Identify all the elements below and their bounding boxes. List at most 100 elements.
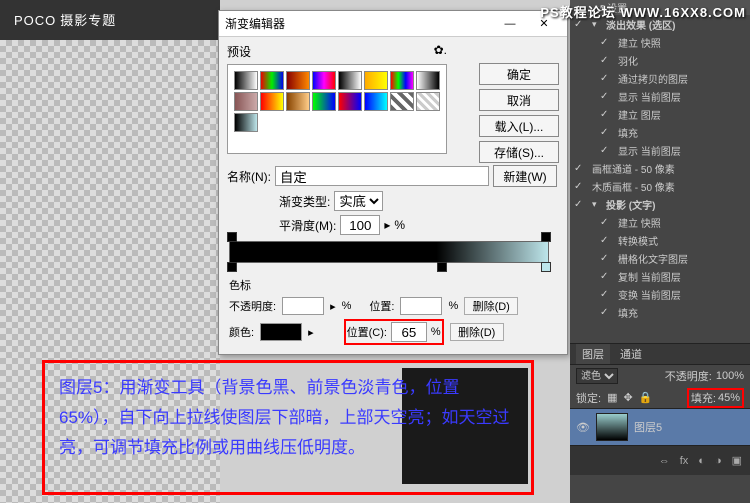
history-item[interactable]: ✓通过拷贝的图层 [570,69,750,87]
eye-icon[interactable]: ✓ [574,163,586,174]
location2-input[interactable] [391,322,427,342]
preset-swatch[interactable] [260,71,284,90]
preset-swatches[interactable] [227,64,447,154]
history-item[interactable]: ✓栅格化文字图层 [570,249,750,267]
history-item[interactable]: ✓建立 图层 [570,105,750,123]
eye-icon[interactable]: ✓ [600,235,612,246]
eye-icon[interactable]: ✓ [600,127,612,138]
preset-swatch[interactable] [390,92,414,111]
layers-panel-tabs: 图层 通道 [570,343,750,365]
fill-value[interactable]: 45% [718,392,740,404]
opacity-value[interactable]: 100% [716,370,744,382]
eye-icon[interactable]: ✓ [600,289,612,300]
color-stop-left[interactable] [227,262,237,272]
item-label: 填充 [618,305,746,320]
history-item[interactable]: ✓羽化 [570,51,750,69]
preset-swatch[interactable] [286,92,310,111]
folder-icon[interactable]: ▣ [732,454,742,467]
preset-swatch[interactable] [286,71,310,90]
preset-swatch[interactable] [338,71,362,90]
opacity-stop-left[interactable] [227,232,237,242]
history-item[interactable]: ✓▾投影 (文字) [570,195,750,213]
item-label: 建立 快照 [618,35,746,50]
history-item[interactable]: ✓ 显示 当前图层 [570,141,750,159]
link-icon[interactable]: ⇔ [659,455,670,467]
preset-swatch[interactable] [390,71,414,90]
watermark-text: PS教程论坛 WWW.16XX8.COM [540,2,746,21]
eye-icon[interactable]: ✓ [600,109,612,120]
preset-swatch[interactable] [234,71,258,90]
load-button[interactable]: 载入(L)... [479,115,559,137]
lock-position-icon[interactable]: ✥ [623,391,632,404]
lock-pixels-icon[interactable]: ▦ [607,391,617,404]
preset-swatch[interactable] [364,92,388,111]
history-item[interactable]: ✓转换模式 [570,231,750,249]
tab-channels[interactable]: 通道 [620,346,642,362]
gradient-type-label: 渐变类型: [279,193,330,210]
gradient-type-select[interactable]: 实底 [334,191,383,211]
gear-icon[interactable]: ✿. [434,43,447,60]
item-label: 画框通道 - 50 像素 [592,161,746,176]
blend-mode-select[interactable]: 滤色 [576,368,618,384]
stops-header: 色标 [229,277,549,293]
preset-swatch[interactable] [312,92,336,111]
preset-swatch[interactable] [260,92,284,111]
history-item[interactable]: ✓填充 [570,123,750,141]
new-button[interactable]: 新建(W) [493,165,557,187]
lock-all-icon[interactable]: 🔒 [639,391,653,404]
eye-icon[interactable]: ✓ [600,217,612,228]
eye-icon[interactable]: ✓ [574,181,586,192]
history-item[interactable]: ✓木质画框 - 50 像素 [570,177,750,195]
ok-button[interactable]: 确定 [479,63,559,85]
eye-icon[interactable]: ✓ [600,73,612,84]
history-item[interactable]: ✓复制 当前图层 [570,267,750,285]
layer-thumbnail[interactable] [596,413,628,441]
eye-icon[interactable]: ✓ [600,91,612,102]
opacity-stop-right[interactable] [541,232,551,242]
save-button[interactable]: 存储(S)... [479,141,559,163]
preset-swatch[interactable] [364,71,388,90]
mask-icon[interactable]: ◐ [698,455,705,467]
fx-icon[interactable]: fx [680,455,689,467]
minimize-button[interactable]: — [493,14,527,34]
eye-icon[interactable]: ✓ [600,307,612,318]
location-field[interactable] [400,297,442,315]
preset-swatch[interactable] [234,113,258,132]
layer-row-active[interactable]: 👁 图层5 [570,409,750,445]
eye-icon[interactable]: ✓ [574,199,586,210]
eye-icon[interactable]: ✓ [600,55,612,66]
adjustment-icon[interactable]: ◑ [715,455,722,467]
history-item[interactable]: ✓ 建立 快照 [570,33,750,51]
color-swatch[interactable] [260,323,302,341]
history-item[interactable]: ✓ 画框通道 - 50 像素 [570,159,750,177]
preset-swatch[interactable] [234,92,258,111]
eye-icon[interactable]: ✓ [600,253,612,264]
name-input[interactable] [275,166,489,186]
history-item[interactable]: ✓建立 快照 [570,213,750,231]
delete-opacity-stop[interactable]: 删除(D) [464,297,518,315]
gradient-bar[interactable] [229,241,549,263]
color-stop-mid[interactable] [437,262,447,272]
smoothness-input[interactable] [340,215,380,235]
location2-label: 位置(C): [347,324,387,340]
delete-color-stop[interactable]: 删除(D) [450,323,504,341]
preset-swatch[interactable] [416,71,440,90]
eye-icon[interactable]: 👁 [576,421,590,434]
eye-icon[interactable]: ✓ [600,37,612,48]
tab-layers[interactable]: 图层 [576,344,610,364]
color-stop-right[interactable] [541,262,551,272]
item-label: 显示 当前图层 [618,143,746,158]
history-item[interactable]: ✓ 填充 [570,303,750,321]
eye-icon[interactable]: ✓ [600,271,612,282]
history-item[interactable]: ✓显示 当前图层 [570,87,750,105]
preset-swatch[interactable] [312,71,336,90]
history-item[interactable]: ✓变换 当前图层 [570,285,750,303]
cancel-button[interactable]: 取消 [479,89,559,111]
preset-swatch[interactable] [416,92,440,111]
eye-icon[interactable]: ✓ [600,145,612,156]
arrow-icon[interactable]: ▾ [592,199,600,210]
dialog-titlebar[interactable]: 渐变编辑器 — ✕ [219,11,567,37]
opacity-field[interactable] [282,297,324,315]
history-actions-list[interactable]: ✓▾淡出效果 (选区)✓建立 快照✓羽化✓通过拷贝的图层✓显示 当前图层✓建立 … [570,15,750,343]
preset-swatch[interactable] [338,92,362,111]
